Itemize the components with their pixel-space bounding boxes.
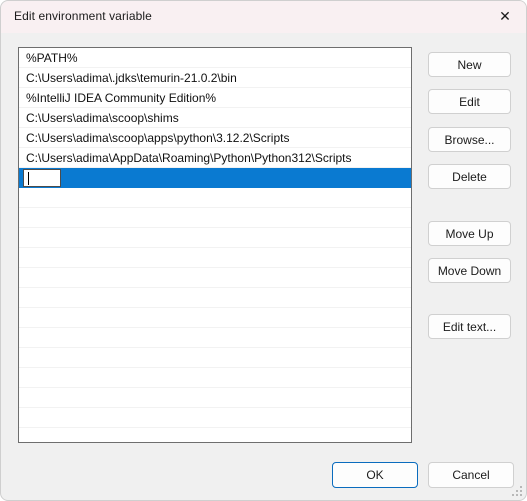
list-item-empty[interactable] — [19, 348, 411, 368]
browse-button[interactable]: Browse... — [428, 127, 511, 152]
title-bar: Edit environment variable ✕ — [1, 1, 526, 33]
list-item-empty[interactable] — [19, 188, 411, 208]
cancel-button[interactable]: Cancel — [428, 462, 514, 488]
grip-dot — [516, 494, 518, 496]
list-item-empty[interactable] — [19, 248, 411, 268]
close-icon[interactable]: ✕ — [482, 1, 526, 32]
move-down-button[interactable]: Move Down — [428, 258, 511, 283]
edit-environment-variable-dialog: Edit environment variable ✕ %PATH% C:\Use… — [0, 0, 527, 501]
new-button[interactable]: New — [428, 52, 511, 77]
environment-variable-list[interactable]: %PATH% C:\Users\adima\.jdks\temurin-21.0.… — [18, 47, 412, 443]
list-item-edit-input[interactable] — [23, 169, 61, 187]
list-item-empty[interactable] — [19, 308, 411, 328]
list-item[interactable]: C:\Users\adima\AppData\Roaming\Python\Py… — [19, 148, 411, 168]
list-item-empty[interactable] — [19, 228, 411, 248]
grip-dot — [520, 486, 522, 488]
list-item-empty[interactable] — [19, 368, 411, 388]
delete-button[interactable]: Delete — [428, 164, 511, 189]
list-item[interactable]: %IntelliJ IDEA Community Edition% — [19, 88, 411, 108]
list-item-editing[interactable] — [19, 168, 411, 188]
window-title: Edit environment variable — [14, 9, 152, 23]
list-item[interactable]: C:\Users\adima\scoop\shims — [19, 108, 411, 128]
edit-button[interactable]: Edit — [428, 89, 511, 114]
list-item-empty[interactable] — [19, 328, 411, 348]
list-item-empty[interactable] — [19, 288, 411, 308]
text-caret — [28, 172, 29, 185]
list-item-empty[interactable] — [19, 408, 411, 428]
resize-grip-icon[interactable] — [510, 484, 522, 496]
edit-text-button[interactable]: Edit text... — [428, 314, 511, 339]
ok-button[interactable]: OK — [332, 462, 418, 488]
list-item-empty[interactable] — [19, 268, 411, 288]
list-item-empty[interactable] — [19, 388, 411, 408]
grip-dot — [520, 494, 522, 496]
grip-dot — [520, 490, 522, 492]
list-item[interactable]: %PATH% — [19, 48, 411, 68]
close-icon-glyph: ✕ — [499, 8, 511, 25]
move-up-button[interactable]: Move Up — [428, 221, 511, 246]
list-item[interactable]: C:\Users\adima\scoop\apps\python\3.12.2\… — [19, 128, 411, 148]
list-item-empty[interactable] — [19, 208, 411, 228]
grip-dot — [516, 490, 518, 492]
list-item[interactable]: C:\Users\adima\.jdks\temurin-21.0.2\bin — [19, 68, 411, 88]
grip-dot — [512, 494, 514, 496]
